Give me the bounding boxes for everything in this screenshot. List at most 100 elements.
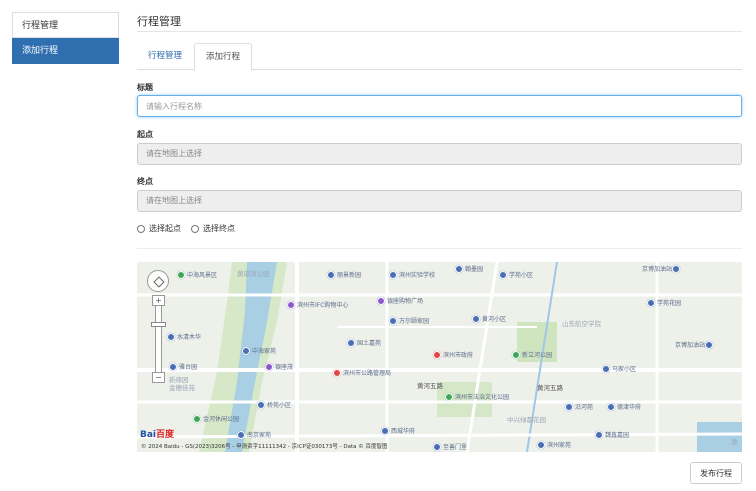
radio-select-end[interactable]: 选择终点 [191,223,235,234]
map-pin-icon [257,400,265,409]
map-pin-icon [445,392,453,401]
map-poi[interactable]: 翰墨园 [455,264,483,273]
tab-bar: 行程管理 添加行程 [137,43,742,71]
map-pin-icon [333,368,341,377]
map-poi[interactable]: 沿河苑 [565,402,593,411]
map-pin-icon [381,426,389,435]
map-pin-icon [647,298,655,307]
map-poi-label: 学苑小区 [509,272,534,279]
map-poi-label: 金河休闲公园 [203,416,240,423]
map-poi-label: 京博加油站 [675,342,706,349]
map-poi[interactable]: 滨州家苑 [537,440,571,449]
map-pin-icon [177,270,185,279]
map-poi[interactable]: 银座购物广场 [377,296,423,305]
map-poi[interactable]: 滨州实验学校 [389,270,435,279]
map-zoom-slider[interactable] [155,297,162,382]
map-pin-icon [327,270,335,279]
map-poi-label: 至善门里 [443,444,468,451]
end-label: 终点 [137,177,153,186]
sidebar-item-trip-manage[interactable]: 行程管理 [12,12,119,38]
map-poi-label: 学苑花园 [657,300,682,307]
map-pan-control[interactable] [147,270,169,292]
map-pin-icon [602,364,610,373]
map-poi[interactable]: 滨州市法治文化公园 [445,392,509,401]
map-poi[interactable]: 银座茂 [265,362,293,371]
map-area-label: 山东航空学院 [562,320,601,328]
map-copyright: © 2024 Baidu - GS(2023)3206号 - 甲测资字11111… [141,444,388,450]
map-poi[interactable]: 丽景新园 [327,270,361,279]
map-poi-label: 银座购物广场 [387,298,424,305]
map-poi-label: 雅台园 [179,364,198,371]
map-poi-label: 西城华府 [391,428,416,435]
map-poi[interactable]: 至善门里 [433,442,467,451]
map-poi[interactable]: 滨州市公路管理局 [333,368,391,377]
map-poi[interactable]: 魏鑫嘉园 [595,430,629,439]
map-poi-label: 滨州市法治文化公园 [455,394,510,401]
map-poi[interactable]: 学苑小区 [499,270,533,279]
map-poi[interactable]: 新立河公园 [512,350,552,359]
map-poi-label: 滨州家苑 [547,442,572,449]
map-poi-label: 滨州实验学校 [399,272,436,279]
map-poi[interactable]: 德津华府 [607,402,641,411]
map-poi[interactable]: 京博加油站 [675,340,715,349]
map-canvas[interactable]: 中海风景区 黄璟湾公园 丽景新园 滨州实验学校 翰墨园 学苑小区 京博加油站 滨… [137,262,742,452]
map-poi[interactable]: 南京家苑 [237,430,271,439]
map-poi[interactable]: 黄河小区 [472,314,506,323]
point-select-radios: 选择起点 选择终点 [137,223,245,234]
page-title: 行程管理 [137,15,181,28]
map-pin-icon [499,270,507,279]
map-pin-icon [433,350,441,359]
map-poi-label: 万尔颐家园 [399,318,430,325]
map-poi-label: 中海家苑 [252,348,277,355]
zoom-slider-handle[interactable] [151,322,166,327]
map-poi-label: 滨州市政府 [443,352,474,359]
map-pin-icon [169,362,177,371]
map-poi[interactable]: 中海风景区 [177,270,217,279]
map-pin-icon [377,296,385,305]
baidu-logo-suffix: 百度 [156,430,175,440]
map-poi[interactable]: 雅台园 [169,362,197,371]
map-pin-icon [595,430,603,439]
radio-select-end-label: 选择终点 [203,224,235,233]
map-poi[interactable]: 国土嘉苑 [347,338,381,347]
tab-add-trip[interactable]: 添加行程 [194,43,253,71]
radio-select-start[interactable]: 选择起点 [137,223,181,234]
start-label: 起点 [137,130,153,139]
map-pin-icon [512,350,520,359]
map-poi[interactable]: 水清木华 [167,332,201,341]
title-input[interactable] [137,95,742,117]
map-pin-icon [347,338,355,347]
zoom-in-button[interactable]: + [152,295,165,306]
end-field: 请在地图上选择 [137,190,742,212]
publish-trip-button[interactable]: 发布行程 [690,462,742,484]
zoom-out-button[interactable]: − [152,372,165,383]
radio-circle-icon[interactable] [191,224,199,233]
map-poi-label: 丽景新园 [337,272,362,279]
map-pin-icon [472,314,480,323]
map-poi-label: 沿河苑 [575,404,594,411]
radio-select-start-label: 选择起点 [149,224,181,233]
map-poi[interactable]: 西城华府 [381,426,415,435]
map-poi-label: 魏鑫嘉园 [605,432,630,439]
map-poi[interactable]: 马家小区 [602,364,636,373]
map-road-label: 黄河五路 [537,384,563,392]
tab-trip-manage[interactable]: 行程管理 [137,43,193,70]
map-poi[interactable]: 京博加油站 [642,264,682,273]
radio-circle-icon[interactable] [137,224,145,233]
sidebar-item-add-trip[interactable]: 添加行程 [12,38,119,64]
map-poi[interactable]: 桥苑小区 [257,400,291,409]
map-poi[interactable]: 滨州市政府 [433,350,473,359]
map-poi-label: 银座茂 [275,364,294,371]
map-poi[interactable]: 万尔颐家园 [389,316,429,325]
map-poi[interactable]: 学苑花园 [647,298,681,307]
map-poi-label: 国土嘉苑 [357,340,382,347]
title-divider [137,31,742,32]
map-pin-icon [389,316,397,325]
map-poi-label: 德津华府 [617,404,642,411]
map-pin-icon [265,362,273,371]
map-poi[interactable]: 中海家苑 [242,346,276,355]
map-poi[interactable]: 滨州市IFC购物中心 [287,300,348,309]
map-pin-icon [389,270,397,279]
map-poi[interactable]: 金河休闲公园 [193,414,239,423]
map-poi-label: 新立河公园 [522,352,553,359]
